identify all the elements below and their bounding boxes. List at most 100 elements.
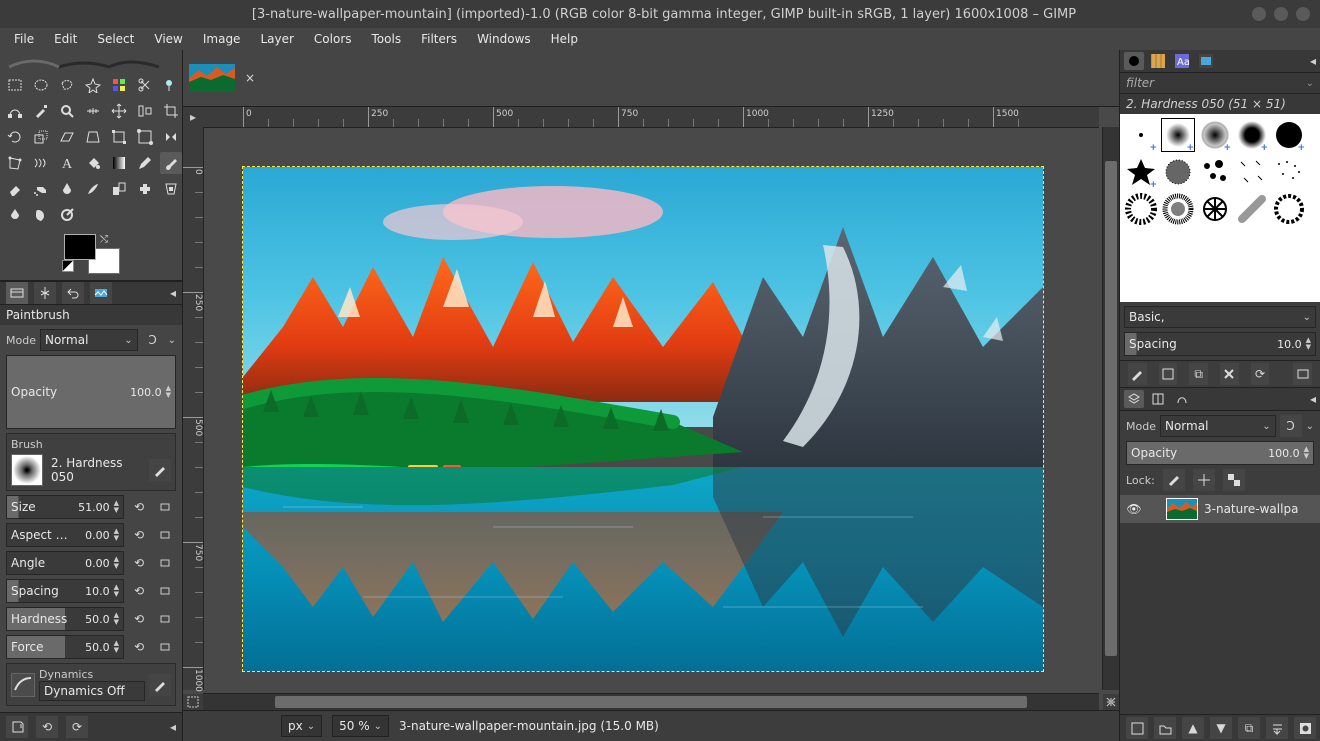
scrollbar-horizontal[interactable] (203, 693, 1099, 710)
lock-alpha-icon[interactable] (1223, 469, 1245, 491)
new-layer-icon[interactable] (1126, 717, 1148, 739)
lock-pixels-icon[interactable] (1163, 469, 1185, 491)
spacing-reset-icon[interactable]: ⟲ (128, 580, 150, 602)
tool-foreground-select[interactable] (160, 74, 182, 96)
canvas-image[interactable] (243, 167, 1043, 671)
menu-edit[interactable]: Edit (46, 30, 85, 48)
brush-item[interactable]: + (1161, 118, 1195, 152)
tool-blur[interactable] (4, 204, 26, 226)
tool-handle-transform[interactable] (134, 126, 156, 148)
tool-options-tab-icon[interactable] (6, 282, 28, 304)
tool-dodge-burn[interactable] (56, 204, 78, 226)
tool-by-color-select[interactable] (108, 74, 130, 96)
tool-fuzzy-select[interactable] (82, 74, 104, 96)
hardness-reset-icon[interactable]: ⟲ (128, 608, 150, 630)
zoom-select[interactable]: 50 %⌄ (332, 715, 389, 737)
menu-image[interactable]: Image (195, 30, 249, 48)
new-group-icon[interactable] (1154, 717, 1176, 739)
brush-item[interactable] (1198, 155, 1232, 189)
image-tab[interactable]: × (189, 64, 261, 92)
fg-color-swatch[interactable] (64, 234, 96, 260)
brush-preset-select[interactable]: Basic,⌄ (1124, 306, 1316, 328)
tool-clone[interactable] (108, 178, 130, 200)
tool-measure[interactable] (82, 100, 104, 122)
edit-brush-icon[interactable] (1128, 363, 1147, 385)
spacing-slider[interactable]: Spacing10.0▲▼ (6, 579, 124, 603)
size-slider[interactable]: Size51.00▲▼ (6, 495, 124, 519)
brush-item[interactable] (1161, 155, 1195, 189)
tool-paths[interactable] (4, 100, 26, 122)
canvas[interactable] (203, 127, 1099, 690)
mode-menu-icon[interactable]: ⌄ (168, 335, 176, 346)
tool-eraser[interactable] (4, 178, 26, 200)
refresh-brushes-icon[interactable]: ⟳ (1251, 363, 1270, 385)
tool-ellipse-select[interactable] (30, 74, 52, 96)
aspect-link-icon[interactable] (154, 524, 176, 546)
size-link-icon[interactable] (154, 496, 176, 518)
brushes-tab-icon[interactable] (1124, 52, 1144, 70)
spacing-link-icon[interactable] (154, 580, 176, 602)
raise-layer-icon[interactable]: ▲ (1182, 717, 1204, 739)
swap-colors-icon[interactable]: ⤭ (100, 234, 108, 245)
dynamics-select[interactable]: Dynamics Off (39, 681, 145, 701)
merge-down-icon[interactable] (1266, 717, 1288, 739)
dock-menu-icon[interactable]: ◂ (170, 286, 176, 300)
ruler-horizontal[interactable]: 0 250 500 750 1000 1250 1500 (203, 107, 1099, 128)
images-tab-icon[interactable] (90, 282, 112, 304)
layers-tab-icon[interactable] (1124, 390, 1144, 408)
brush-item[interactable] (1272, 155, 1306, 189)
brush-item[interactable]: + (1235, 118, 1269, 152)
force-slider[interactable]: Force50.0▲▼ (6, 635, 124, 659)
undo-history-tab-icon[interactable] (62, 282, 84, 304)
tool-move[interactable] (108, 100, 130, 122)
size-reset-icon[interactable]: ⟲ (128, 496, 150, 518)
dynamics-icon[interactable] (11, 673, 35, 697)
menu-layer[interactable]: Layer (252, 30, 301, 48)
tool-flip[interactable] (160, 126, 182, 148)
menu-tools[interactable]: Tools (364, 30, 410, 48)
tool-warp[interactable] (30, 152, 52, 174)
layer-visibility-icon[interactable]: 👁 (1126, 502, 1142, 516)
mode-reset-button[interactable]: Ɔ (142, 329, 164, 351)
force-reset-icon[interactable]: ⟲ (128, 636, 150, 658)
device-status-tab-icon[interactable] (34, 282, 56, 304)
restore-tool-preset-icon[interactable]: ⟲ (36, 716, 58, 738)
tool-scissors[interactable] (134, 74, 156, 96)
menu-view[interactable]: View (146, 30, 190, 48)
brush-filter-input[interactable]: filter⌄ (1120, 73, 1320, 94)
hardness-slider[interactable]: Hardness50.0▲▼ (6, 607, 124, 631)
tool-zoom[interactable] (56, 100, 78, 122)
lower-layer-icon[interactable]: ▼ (1210, 717, 1232, 739)
force-link-icon[interactable] (154, 636, 176, 658)
brush-preview-icon[interactable] (11, 454, 43, 486)
ruler-vertical[interactable]: 0 250 500 750 1000 (183, 127, 204, 690)
brush-spacing-slider[interactable]: Spacing10.0▲▼ (1124, 332, 1316, 356)
tool-bucket-fill[interactable] (82, 152, 104, 174)
tool-color-picker[interactable] (30, 100, 52, 122)
quick-mask-toggle[interactable] (183, 694, 203, 710)
ruler-origin-menu[interactable]: ▸ (183, 107, 203, 127)
fonts-tab-icon[interactable]: Aa (1172, 52, 1192, 70)
tool-mypaint-brush[interactable] (82, 178, 104, 200)
brush-item[interactable]: + (1198, 118, 1232, 152)
brush-item[interactable] (1235, 155, 1269, 189)
delete-tool-preset-icon[interactable]: ⟳ (66, 716, 88, 738)
hardness-link-icon[interactable] (154, 608, 176, 630)
opacity-slider[interactable]: Opacity 100.0▲▼ (6, 355, 176, 429)
menu-filters[interactable]: Filters (413, 30, 465, 48)
brush-item[interactable] (1235, 192, 1269, 226)
brushes-dock-menu-icon[interactable]: ◂ (1310, 54, 1316, 68)
layer-opacity-slider[interactable]: Opacity100.0▲▼ (1126, 441, 1314, 465)
blend-mode-select[interactable]: Normal⌄ (40, 329, 138, 351)
tool-align[interactable] (134, 100, 156, 122)
aspect-reset-icon[interactable]: ⟲ (128, 524, 150, 546)
mask-layer-icon[interactable] (1294, 717, 1316, 739)
paths-tab-icon[interactable] (1172, 390, 1192, 408)
angle-reset-icon[interactable]: ⟲ (128, 552, 150, 574)
tool-perspective[interactable] (82, 126, 104, 148)
tool-scale[interactable] (30, 126, 52, 148)
save-tool-preset-icon[interactable] (6, 716, 28, 738)
history-tab-icon[interactable] (1196, 52, 1216, 70)
brush-item[interactable] (1124, 192, 1158, 226)
scrollbar-vertical[interactable] (1102, 127, 1119, 690)
